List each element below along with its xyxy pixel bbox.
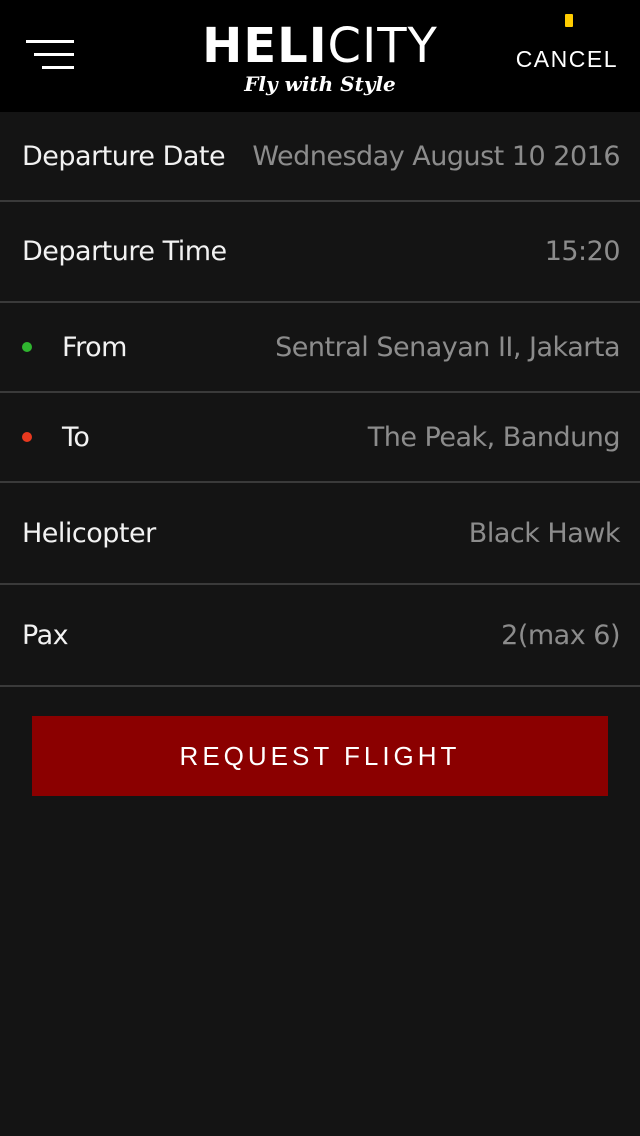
pax-label: Pax xyxy=(22,619,69,651)
booking-screen: HELICITY Fly with Style CANCEL Departure… xyxy=(0,0,640,1136)
request-flight-button[interactable]: REQUEST FLIGHT xyxy=(32,716,608,796)
to-row[interactable]: To The Peak, Bandung xyxy=(0,393,640,483)
helicopter-row[interactable]: Helicopter Black Hawk xyxy=(0,483,640,585)
red-dot-icon xyxy=(22,432,32,442)
helicity-logo: HELICITY Fly with Style xyxy=(170,18,470,104)
pax-value: 2(max 6) xyxy=(501,619,620,651)
helicopter-label: Helicopter xyxy=(22,517,156,549)
departure-date-row[interactable]: Departure Date Wednesday August 10 2016 xyxy=(0,112,640,202)
departure-date-label: Departure Date xyxy=(22,140,226,172)
departure-time-value: 15:20 xyxy=(544,236,621,267)
flight-form: Departure Date Wednesday August 10 2016 … xyxy=(0,112,640,687)
status-indicator xyxy=(565,14,573,27)
top-bar: HELICITY Fly with Style CANCEL xyxy=(0,0,640,112)
departure-time-label: Departure Time xyxy=(22,236,227,267)
to-label: To xyxy=(62,421,90,453)
cancel-button[interactable]: CANCEL xyxy=(516,46,618,73)
from-row[interactable]: From Sentral Senayan II, Jakarta xyxy=(0,303,640,393)
logo-wordmark: HELICITY xyxy=(202,18,438,74)
hamburger-menu-icon[interactable] xyxy=(20,36,80,76)
logo-tagline: Fly with Style xyxy=(244,72,396,96)
from-value: Sentral Senayan II, Jakarta xyxy=(275,331,620,363)
green-dot-icon xyxy=(22,342,32,352)
to-value: The Peak, Bandung xyxy=(367,421,621,453)
departure-time-row[interactable]: Departure Time 15:20 xyxy=(0,202,640,303)
helicopter-value: Black Hawk xyxy=(468,517,621,549)
pax-row[interactable]: Pax 2(max 6) xyxy=(0,585,640,687)
departure-date-value: Wednesday August 10 2016 xyxy=(252,140,620,172)
from-label: From xyxy=(62,331,127,363)
